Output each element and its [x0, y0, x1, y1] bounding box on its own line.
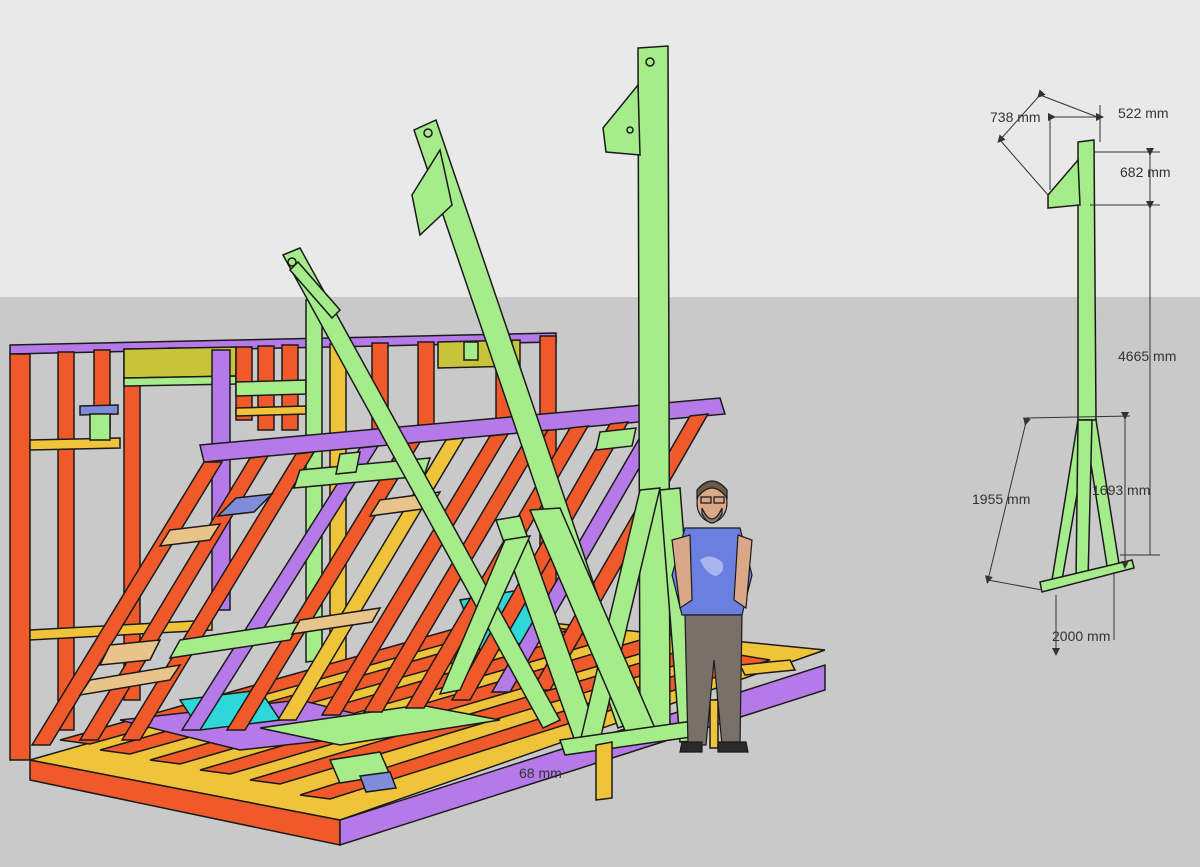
dim-2000: 2000 mm [1052, 628, 1110, 644]
3d-model-viewport[interactable]: 738 mm 522 mm 682 mm 4665 mm 1955 mm 169… [0, 0, 1200, 867]
dim-522: 522 mm [1118, 105, 1169, 121]
dim-682: 682 mm [1120, 164, 1171, 180]
dim-1693: 1693 mm [1092, 482, 1150, 498]
dim-4665: 4665 mm [1118, 348, 1176, 364]
dimensioned-gin-pole[interactable] [1039, 139, 1135, 593]
dim-68: 68 mm [519, 765, 562, 781]
dim-738: 738 mm [990, 109, 1041, 125]
dim-1955: 1955 mm [972, 491, 1030, 507]
